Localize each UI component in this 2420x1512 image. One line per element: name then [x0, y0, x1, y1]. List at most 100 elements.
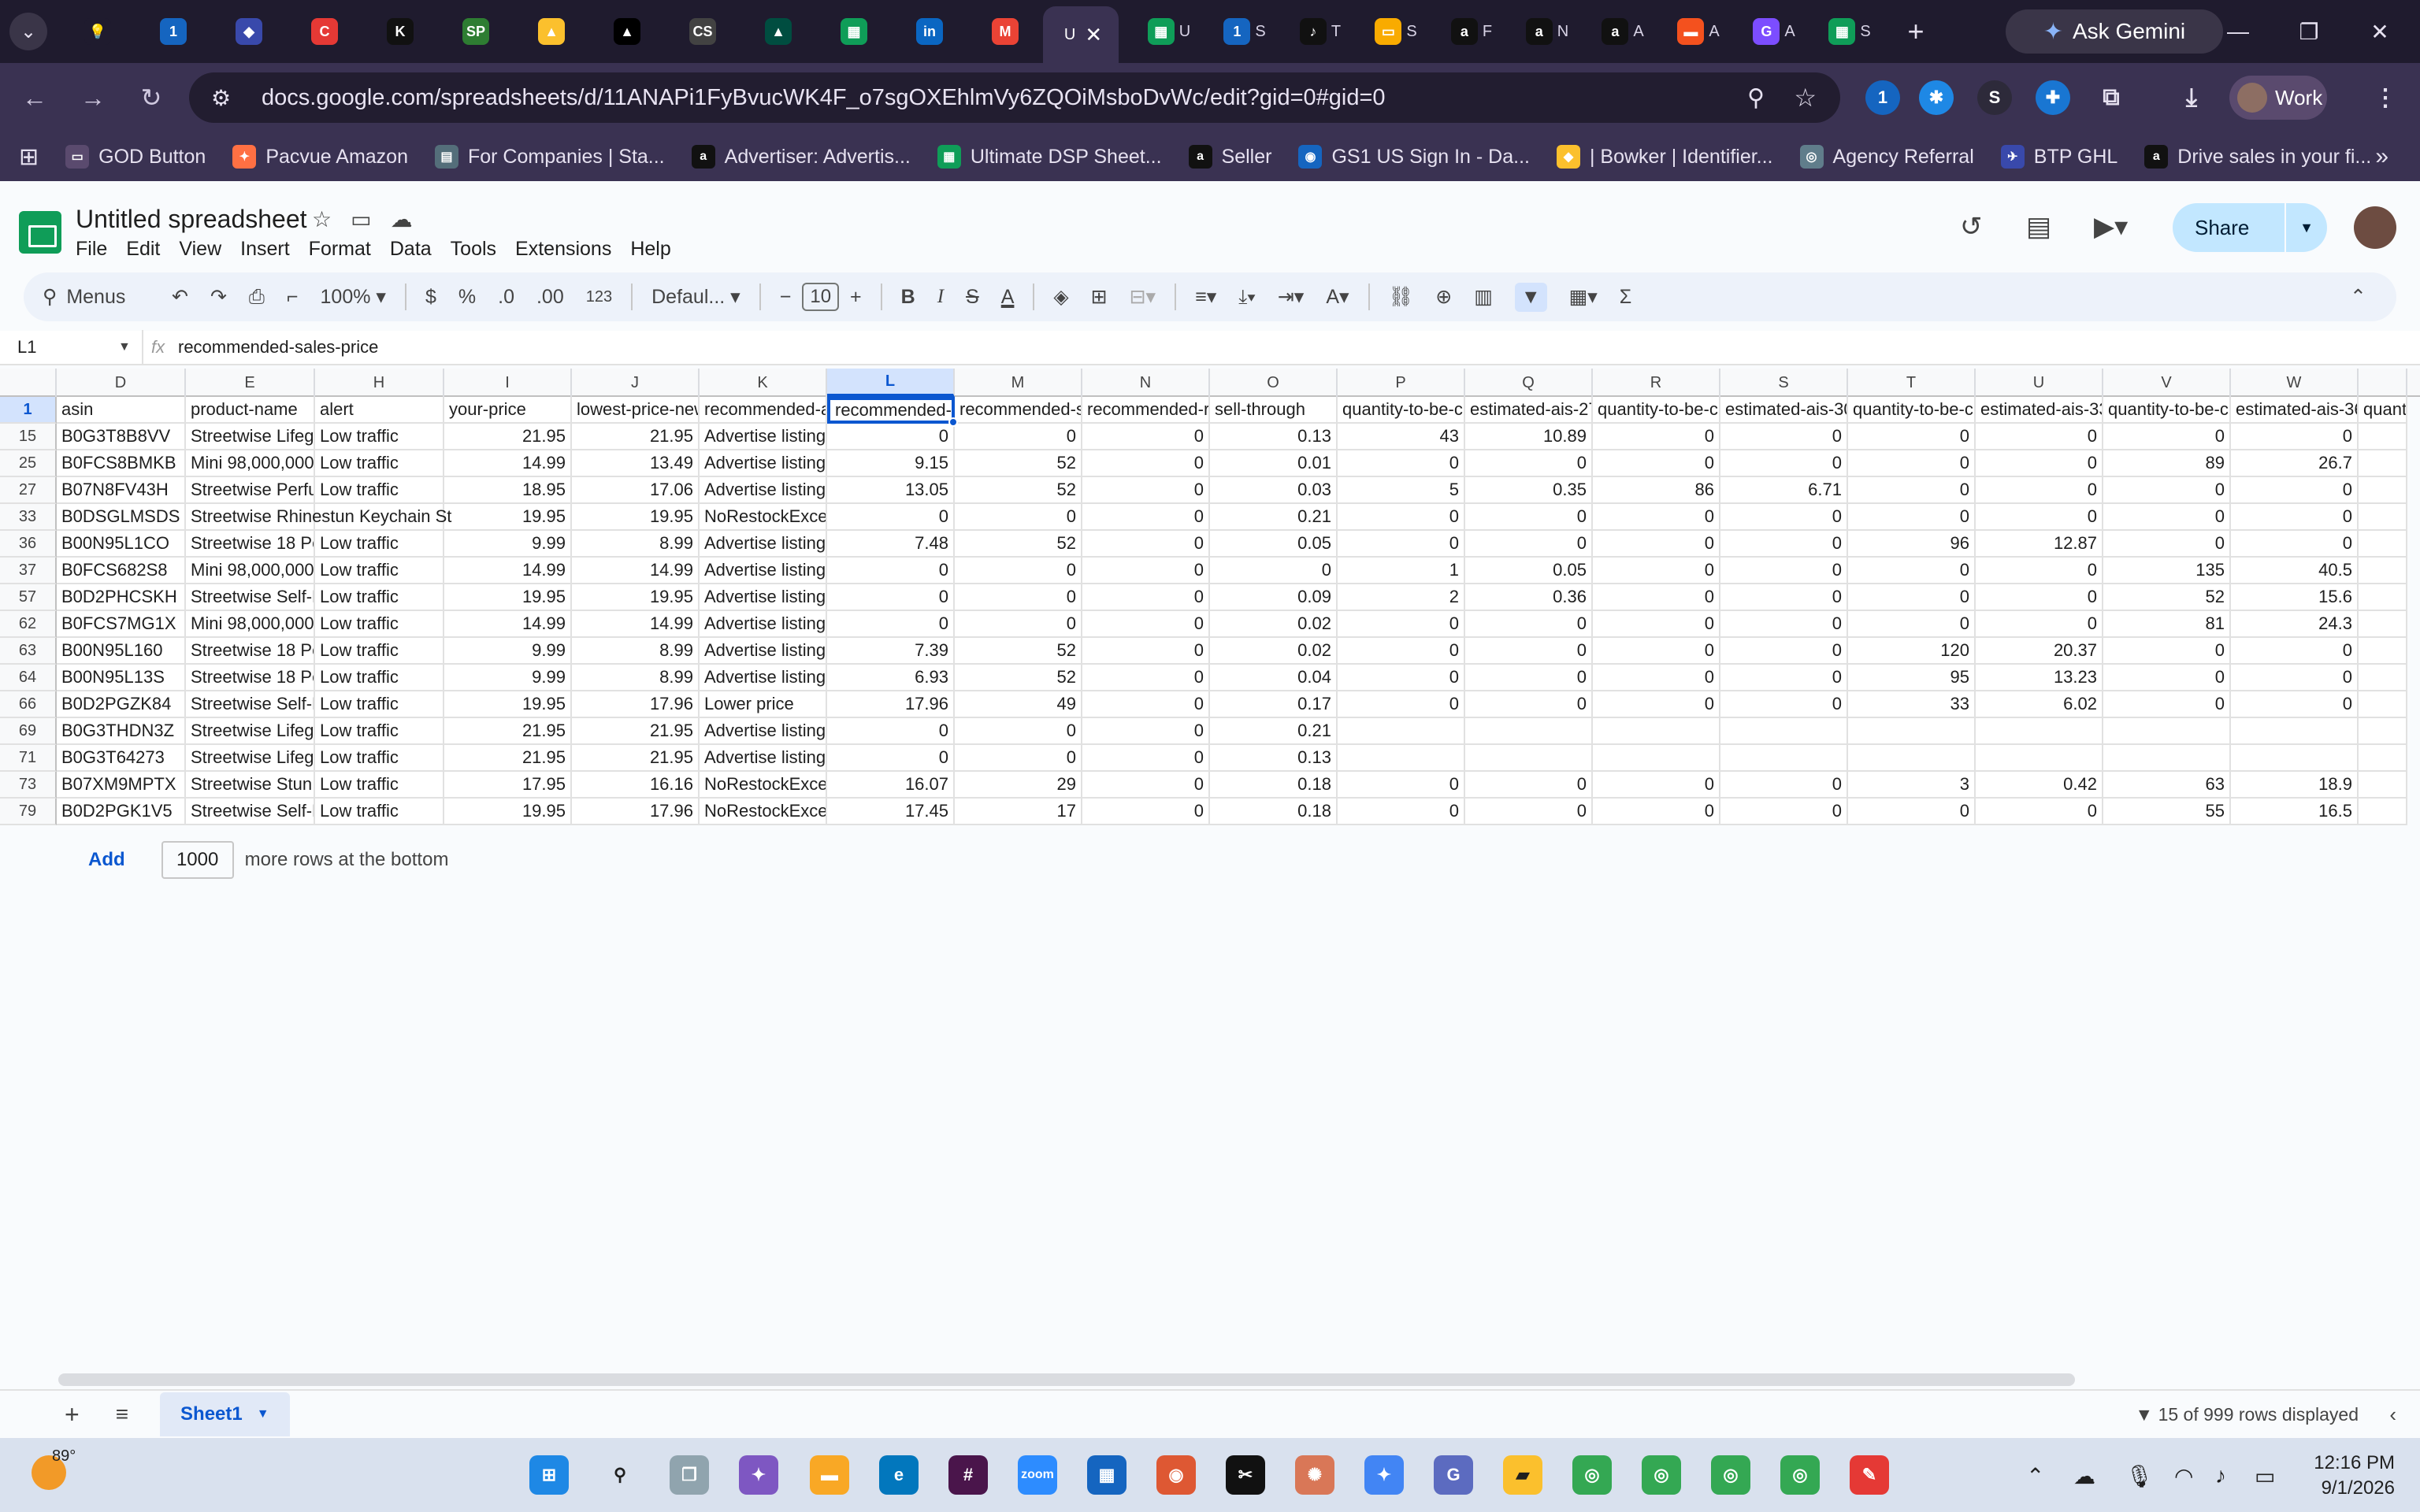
- paint-format-icon[interactable]: ⌐: [287, 286, 299, 309]
- zoom-app-icon[interactable]: zoom: [1018, 1455, 1057, 1495]
- column-header[interactable]: P: [1338, 369, 1465, 397]
- browser-tab[interactable]: C: [287, 6, 362, 57]
- column-header[interactable]: W: [2231, 369, 2359, 397]
- table-cell[interactable]: 19.95: [572, 504, 700, 531]
- sheets-logo-icon[interactable]: [19, 211, 61, 254]
- table-cell[interactable]: 0: [1593, 799, 1720, 825]
- table-cell[interactable]: 0.35: [1465, 477, 1593, 504]
- table-cell[interactable]: [2359, 531, 2407, 558]
- table-cell[interactable]: 21.95: [444, 718, 572, 745]
- wifi-icon[interactable]: ◠: [2174, 1463, 2193, 1489]
- table-cell[interactable]: 0: [1082, 504, 1210, 531]
- browser-tab[interactable]: ▦: [816, 6, 892, 57]
- table-cell[interactable]: 17.45: [827, 799, 955, 825]
- table-cell[interactable]: 0.05: [1210, 531, 1338, 558]
- table-cell[interactable]: Advertise listing: [700, 638, 827, 665]
- table-cell[interactable]: 0: [1082, 718, 1210, 745]
- table-cell[interactable]: Mini 98,000,000: [186, 558, 315, 584]
- table-cell[interactable]: 0.17: [1210, 691, 1338, 718]
- table-cell[interactable]: Streetwise 18 Pe: [186, 638, 315, 665]
- table-cell[interactable]: 0: [1720, 584, 1848, 611]
- table-cell[interactable]: 0: [955, 424, 1082, 450]
- table-cell[interactable]: 0: [1976, 799, 2103, 825]
- new-tab-button[interactable]: +: [1897, 15, 1935, 48]
- table-cell[interactable]: 21.95: [572, 745, 700, 772]
- table-cell[interactable]: Mini 98,000,000: [186, 611, 315, 638]
- bookmark-item[interactable]: a Seller: [1188, 145, 1271, 169]
- table-cell[interactable]: 0: [1593, 772, 1720, 799]
- table-cell[interactable]: [1465, 745, 1593, 772]
- table-cell[interactable]: 3: [1848, 772, 1976, 799]
- table-cell[interactable]: 0.09: [1210, 584, 1338, 611]
- table-cell[interactable]: 6.93: [827, 665, 955, 691]
- menu-data[interactable]: Data: [390, 238, 432, 261]
- table-cell[interactable]: 0: [955, 611, 1082, 638]
- table-cell[interactable]: Advertise listing: [700, 450, 827, 477]
- table-cell[interactable]: [2359, 691, 2407, 718]
- table-cell[interactable]: 0: [1082, 799, 1210, 825]
- back-arrow-icon[interactable]: ←: [11, 74, 58, 121]
- table-cell[interactable]: 89: [2103, 450, 2231, 477]
- table-cell[interactable]: [1465, 718, 1593, 745]
- increase-font-size-icon[interactable]: +: [850, 286, 862, 309]
- text-rotation-icon[interactable]: A▾: [1326, 285, 1349, 309]
- table-cell[interactable]: 0.18: [1210, 772, 1338, 799]
- header-cell[interactable]: recommended-re: [1082, 397, 1210, 424]
- table-cell[interactable]: 0: [955, 584, 1082, 611]
- row-header[interactable]: 36: [0, 531, 57, 558]
- rows-count-input[interactable]: 1000: [161, 841, 234, 879]
- share-button[interactable]: Share ▼: [2173, 203, 2327, 252]
- browser-tab[interactable]: ▭ S: [1358, 6, 1434, 57]
- browser-tab[interactable]: ▬ A: [1661, 6, 1736, 57]
- header-cell[interactable]: estimated-ais-33: [1976, 397, 2103, 424]
- forward-arrow-icon[interactable]: →: [69, 74, 117, 121]
- table-cell[interactable]: B0FCS7MG1X: [57, 611, 186, 638]
- table-cell[interactable]: 0: [1976, 504, 2103, 531]
- share-dropdown-icon[interactable]: ▼: [2285, 203, 2327, 252]
- table-cell[interactable]: 0.02: [1210, 611, 1338, 638]
- table-cell[interactable]: Advertise listing: [700, 477, 827, 504]
- table-cell[interactable]: 52: [955, 477, 1082, 504]
- table-cell[interactable]: Low traffic: [315, 745, 444, 772]
- table-cell[interactable]: 17.06: [572, 477, 700, 504]
- table-cell[interactable]: [1338, 745, 1465, 772]
- table-cell[interactable]: 0: [1720, 772, 1848, 799]
- table-cell[interactable]: 0: [1976, 424, 2103, 450]
- table-cell[interactable]: [1720, 718, 1848, 745]
- column-header[interactable]: E: [186, 369, 315, 397]
- table-cell[interactable]: 52: [955, 638, 1082, 665]
- browser-tab[interactable]: aN: [1509, 6, 1585, 57]
- table-cell[interactable]: 0: [1720, 691, 1848, 718]
- table-cell[interactable]: 7.39: [827, 638, 955, 665]
- table-cell[interactable]: B0D2PHCSKH: [57, 584, 186, 611]
- browser-tab[interactable]: ♪ T: [1282, 6, 1358, 57]
- table-cell[interactable]: 29: [955, 772, 1082, 799]
- table-cell[interactable]: 0: [1082, 665, 1210, 691]
- table-cell[interactable]: 14.99: [444, 558, 572, 584]
- column-header[interactable]: T: [1848, 369, 1976, 397]
- table-cell[interactable]: NoRestockExces: [700, 799, 827, 825]
- table-cell[interactable]: [1593, 745, 1720, 772]
- comments-icon[interactable]: ▤: [2026, 211, 2051, 243]
- browser-tab[interactable]: ▲: [514, 6, 589, 57]
- menu-help[interactable]: Help: [630, 238, 670, 261]
- table-cell[interactable]: 0: [1976, 477, 2103, 504]
- table-cell[interactable]: 0: [1720, 450, 1848, 477]
- table-cell[interactable]: 0: [1720, 799, 1848, 825]
- merge-cells-icon[interactable]: ⊟▾: [1130, 285, 1156, 309]
- percent-format-button[interactable]: %: [458, 286, 476, 309]
- menu-extensions[interactable]: Extensions: [515, 238, 611, 261]
- header-cell[interactable]: quantity-to-be-ch: [1338, 397, 1465, 424]
- table-cell[interactable]: [2359, 477, 2407, 504]
- column-header[interactable]: Q: [1465, 369, 1593, 397]
- table-cell[interactable]: [2103, 718, 2231, 745]
- table-cell[interactable]: Streetwise 18 Pe: [186, 665, 315, 691]
- insert-chart-icon[interactable]: ▥: [1474, 285, 1493, 309]
- header-cell[interactable]: recommended-a: [700, 397, 827, 424]
- reload-icon[interactable]: ↻: [128, 74, 175, 121]
- table-cell[interactable]: 0.13: [1210, 745, 1338, 772]
- table-cell[interactable]: 52: [955, 450, 1082, 477]
- user-avatar[interactable]: [2354, 206, 2396, 249]
- browser-tab[interactable]: SP: [438, 6, 514, 57]
- insert-link-icon[interactable]: ⛓: [1389, 286, 1414, 309]
